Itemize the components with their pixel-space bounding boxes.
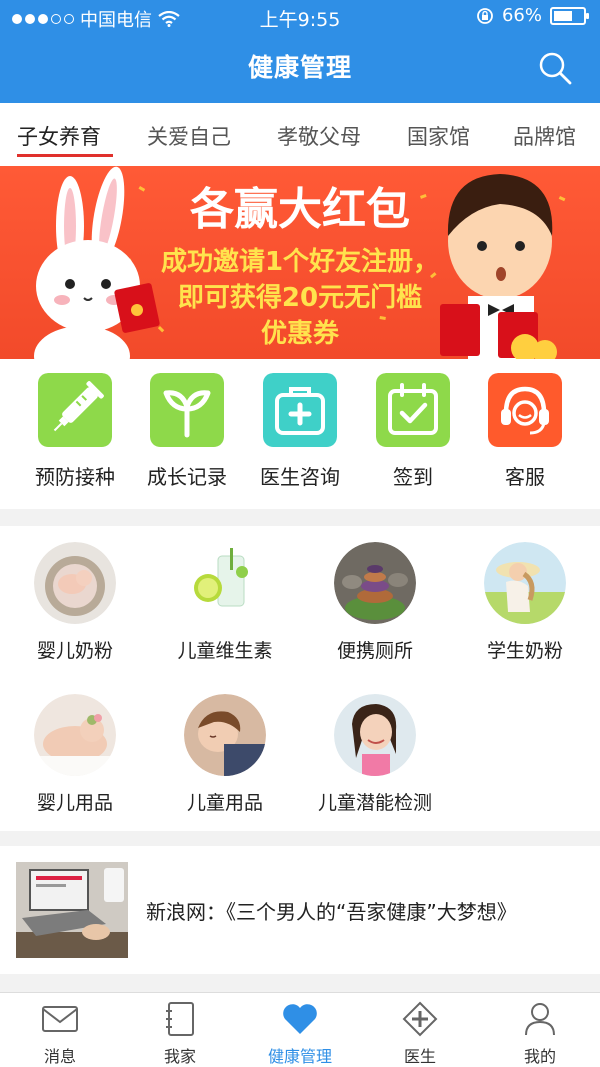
checkin-button[interactable]: 签到 (358, 373, 468, 490)
battery-percent: 66% (501, 5, 542, 26)
page-title: 健康管理 (247, 53, 352, 82)
tab-label: 健康管理 (267, 1047, 332, 1066)
tab-self-care[interactable]: 关爱自己 (147, 121, 231, 151)
search-button[interactable] (536, 50, 576, 86)
tab-label: 我的 (523, 1047, 556, 1066)
person-icon (525, 1003, 555, 1036)
smiling-girl-photo (334, 694, 416, 776)
category-baby-formula[interactable]: 婴儿奶粉 (0, 542, 150, 663)
news-title: 新浪网：《三个男人的“吾家健康”大梦想》 (146, 900, 517, 924)
category-child-vitamins[interactable]: 儿童维生素 (150, 542, 300, 663)
banner-art: 各赢大红包 成功邀请1个好友注册， 即可获得20元无门槛 优惠券 (34, 166, 566, 359)
category-label: 儿童用品 (186, 792, 263, 814)
medical-cross-icon (402, 1001, 438, 1037)
banner-line-1: 成功邀请1个好友注册， (161, 246, 439, 277)
category-label: 婴儿用品 (36, 792, 113, 814)
headset-icon (488, 373, 562, 447)
bottom-tab-bar: 消息 我家 健康管理 医生 我的 (0, 992, 600, 1067)
doctor-consult-label: 医生咨询 (260, 465, 340, 489)
tab-national[interactable]: 国家馆 (407, 121, 470, 151)
notebook-icon (166, 1002, 194, 1036)
growth-record-label: 成长记录 (147, 465, 227, 489)
quick-actions: 预防接种 成长记录 医生咨询 签到 客服 (0, 359, 600, 509)
category-label: 学生奶粉 (486, 640, 563, 662)
search-icon (539, 52, 572, 85)
tab-mine[interactable]: 我的 (480, 1001, 600, 1067)
girl-in-hat-photo (484, 542, 566, 624)
lime-drink-photo (184, 542, 266, 624)
tab-label: 医生 (403, 1047, 436, 1066)
checkin-label: 签到 (393, 465, 433, 489)
tab-health-management[interactable]: 健康管理 (240, 1001, 360, 1067)
syringe-icon (38, 373, 112, 447)
category-child-potential-test[interactable]: 儿童潜能检测 (300, 694, 450, 815)
category-label: 儿童潜能检测 (317, 792, 432, 814)
category-portable-toilet[interactable]: 便携厕所 (300, 542, 450, 663)
tab-messages[interactable]: 消息 (0, 1001, 120, 1067)
category-label: 儿童维生素 (177, 640, 273, 662)
category-label: 婴儿奶粉 (36, 640, 113, 662)
banner-line-2: 即可获得20元无门槛 (178, 283, 422, 313)
banner-title: 各赢大红包 (190, 184, 410, 235)
tab-child-care[interactable]: 子女养育 (17, 121, 101, 151)
customer-service-button[interactable]: 客服 (470, 373, 580, 490)
status-bar: 中国电信 上午9:55 66% (0, 0, 600, 34)
laptop-photo (16, 862, 128, 958)
rabbit-mascot (34, 166, 160, 359)
stacked-stones-photo (334, 542, 416, 624)
category-baby-products[interactable]: 婴儿用品 (0, 694, 150, 815)
app-screen: 中国电信 上午9:55 66% 健康管理 子女养育 关爱自己 孝敬父母 国家馆 … (0, 0, 600, 1067)
medical-kit-icon (263, 373, 337, 447)
active-tab-indicator (17, 154, 113, 157)
customer-service-label: 客服 (505, 465, 545, 489)
category-child-products[interactable]: 儿童用品 (150, 694, 300, 815)
tab-label: 我家 (163, 1047, 196, 1066)
vaccination-label: 预防接种 (35, 465, 115, 489)
tab-parents[interactable]: 孝敬父母 (277, 121, 361, 151)
tab-label: 消息 (43, 1047, 76, 1066)
sprout-icon (150, 373, 224, 447)
heart-icon (283, 1004, 317, 1034)
tab-doctor[interactable]: 医生 (360, 1001, 480, 1067)
boy-mascot (440, 174, 557, 359)
battery-icon (550, 6, 589, 25)
tab-my-family[interactable]: 我家 (120, 1001, 240, 1067)
promo-banner[interactable]: 各赢大红包 成功邀请1个好友注册， 即可获得20元无门槛 优惠券 (0, 166, 600, 359)
rotation-lock-icon (477, 7, 493, 24)
calendar-check-icon (376, 373, 450, 447)
top-bar: 中国电信 上午9:55 66% 健康管理 (0, 0, 600, 103)
sleeping-baby-photo (34, 694, 116, 776)
envelope-icon (42, 1006, 78, 1032)
news-item[interactable]: 新浪网：《三个男人的“吾家健康”大梦想》 (0, 846, 600, 974)
product-categories: 婴儿奶粉 儿童维生素 便携厕所 学生奶粉 婴儿用品 儿童用品 儿童潜能检测 (0, 526, 600, 831)
sleeping-child-photo (184, 694, 266, 776)
doctor-consult-button[interactable]: 医生咨询 (245, 373, 355, 490)
category-label: 便携厕所 (336, 640, 413, 662)
baby-sleeping-nest-photo (34, 542, 116, 624)
growth-record-button[interactable]: 成长记录 (132, 373, 242, 490)
vaccination-button[interactable]: 预防接种 (20, 373, 130, 490)
tab-brands[interactable]: 品牌馆 (513, 121, 576, 151)
banner-line-3: 优惠券 (261, 319, 340, 349)
status-right: 66% (476, 5, 589, 26)
news-thumbnail (16, 862, 128, 958)
category-student-milk[interactable]: 学生奶粉 (450, 542, 600, 663)
